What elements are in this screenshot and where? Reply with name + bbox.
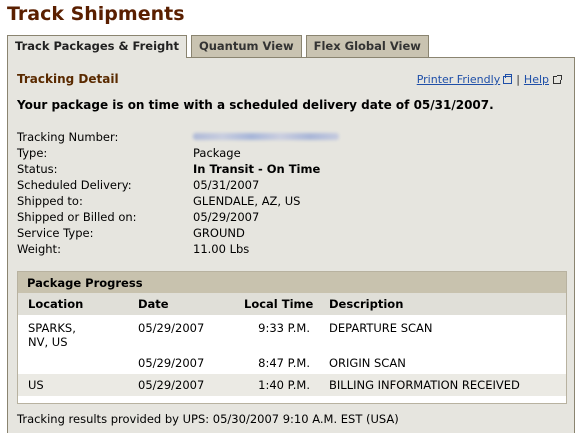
tab-track-packages-freight[interactable]: Track Packages & Freight bbox=[7, 35, 187, 58]
info-label: Tracking Number: bbox=[17, 130, 119, 144]
package-progress-table: Package Progress Location Date Local Tim… bbox=[17, 271, 567, 404]
info-value: 05/29/2007 bbox=[193, 210, 260, 224]
help-label: Help bbox=[523, 73, 549, 86]
info-label: Weight: bbox=[17, 242, 61, 256]
column-header-description: Description bbox=[329, 297, 404, 311]
cell-location-line2: NV, US bbox=[28, 335, 68, 349]
cell-description: ORIGIN SCAN bbox=[329, 356, 406, 370]
info-value: 11.00 Lbs bbox=[193, 242, 250, 256]
info-label: Service Type: bbox=[17, 226, 94, 240]
info-value: Package bbox=[193, 146, 241, 160]
tracking-detail-title: Tracking Detail bbox=[17, 72, 119, 86]
info-row-status: Status: In Transit - On Time bbox=[17, 161, 339, 177]
shipment-info: Tracking Number: Type: Package Status: I… bbox=[17, 129, 339, 257]
column-header-location: Location bbox=[28, 297, 84, 311]
external-window-icon bbox=[553, 75, 562, 84]
column-header-local-time: Local Time bbox=[244, 297, 314, 311]
tab-flex-global-view[interactable]: Flex Global View bbox=[305, 35, 429, 57]
tracking-results-footer: Tracking results provided by UPS: 05/30/… bbox=[17, 412, 399, 426]
table-row: 05/29/2007 8:47 P.M. ORIGIN SCAN bbox=[18, 353, 566, 374]
info-value: GROUND bbox=[193, 226, 245, 240]
info-row-type: Type: Package bbox=[17, 145, 339, 161]
printer-icon bbox=[503, 74, 513, 84]
package-progress-title: Package Progress bbox=[18, 272, 566, 293]
cell-description: BILLING INFORMATION RECEIVED bbox=[329, 378, 520, 392]
cell-local-time: 8:47 P.M. bbox=[258, 356, 310, 370]
cell-date: 05/29/2007 bbox=[138, 321, 205, 335]
page-title: Track Shipments bbox=[7, 3, 185, 25]
delivery-summary: Your package is on time with a scheduled… bbox=[17, 98, 494, 112]
printer-friendly-link[interactable]: Printer Friendly bbox=[416, 73, 513, 86]
cell-local-time: 1:40 P.M. bbox=[258, 378, 310, 392]
info-row-weight: Weight: 11.00 Lbs bbox=[17, 241, 339, 257]
column-header-date: Date bbox=[138, 297, 169, 311]
cell-local-time: 9:33 P.M. bbox=[258, 321, 310, 335]
info-row-scheduled-delivery: Scheduled Delivery: 05/31/2007 bbox=[17, 177, 339, 193]
info-label: Shipped or Billed on: bbox=[17, 210, 137, 224]
table-row: SPARKS, NV, US 05/29/2007 9:33 P.M. DEPA… bbox=[18, 315, 566, 353]
info-row-tracking-number: Tracking Number: bbox=[17, 129, 339, 145]
cell-location: SPARKS, bbox=[28, 321, 76, 335]
printer-friendly-label: Printer Friendly bbox=[416, 73, 501, 86]
tab-bar: Track Packages & Freight Quantum View Fl… bbox=[7, 35, 433, 58]
info-label: Status: bbox=[17, 162, 58, 176]
cell-date: 05/29/2007 bbox=[138, 378, 205, 392]
help-link[interactable]: Help bbox=[524, 73, 549, 86]
tracking-detail-panel: Tracking Detail Printer Friendly | Help Yo… bbox=[7, 57, 575, 433]
info-label: Shipped to: bbox=[17, 194, 83, 208]
cell-location: US bbox=[28, 378, 44, 392]
table-row: US 05/29/2007 1:40 P.M. BILLING INFORMAT… bbox=[18, 374, 566, 396]
info-row-service-type: Service Type: GROUND bbox=[17, 225, 339, 241]
top-links: Printer Friendly | Help bbox=[416, 73, 562, 86]
tab-quantum-view[interactable]: Quantum View bbox=[190, 35, 302, 57]
link-separator: | bbox=[516, 73, 520, 86]
info-label: Scheduled Delivery: bbox=[17, 178, 132, 192]
tracking-number-redacted bbox=[193, 133, 339, 140]
info-value: GLENDALE, AZ, US bbox=[193, 194, 301, 208]
info-label: Type: bbox=[17, 146, 48, 160]
cell-description: DEPARTURE SCAN bbox=[329, 321, 433, 335]
cell-date: 05/29/2007 bbox=[138, 356, 205, 370]
table-header-row: Location Date Local Time Description bbox=[18, 293, 566, 315]
info-row-shipped-on: Shipped or Billed on: 05/29/2007 bbox=[17, 209, 339, 225]
info-value: 05/31/2007 bbox=[193, 178, 260, 192]
info-row-shipped-to: Shipped to: GLENDALE, AZ, US bbox=[17, 193, 339, 209]
status-value: In Transit - On Time bbox=[193, 162, 321, 176]
